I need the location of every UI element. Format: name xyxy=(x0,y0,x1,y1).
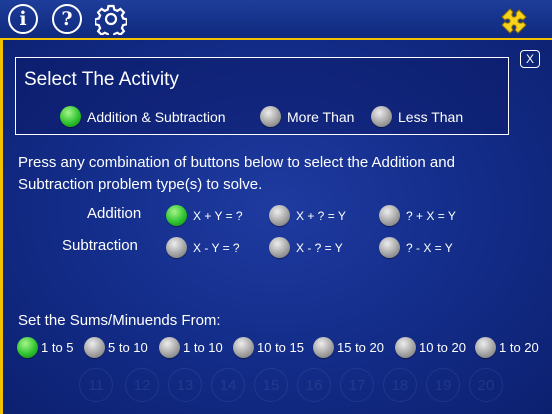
option-label: More Than xyxy=(287,108,355,125)
radio-unselected-icon xyxy=(395,337,416,358)
option-label: X + Y = ? xyxy=(193,208,243,223)
option-label: 5 to 10 xyxy=(108,340,148,355)
background-number: 14 xyxy=(211,368,245,402)
radio-unselected-icon xyxy=(313,337,334,358)
settings-button[interactable] xyxy=(94,3,128,39)
addition-label: Addition xyxy=(87,205,142,222)
background-number: 12 xyxy=(125,368,159,402)
sums-range-label: Set the Sums/Minuends From: xyxy=(18,312,221,329)
option-label: 1 to 10 xyxy=(183,340,223,355)
option-label: 10 to 20 xyxy=(419,340,466,355)
addition-option-x-plus-y[interactable]: X + Y = ? xyxy=(166,205,243,226)
background-number: 17 xyxy=(340,368,374,402)
option-label: X - ? = Y xyxy=(296,240,343,255)
radio-unselected-icon xyxy=(233,337,254,358)
instructions-text: Press any combination of buttons below t… xyxy=(18,154,455,193)
background-number: 11 xyxy=(79,368,113,402)
option-label: X - Y = ? xyxy=(193,240,240,255)
radio-selected-icon xyxy=(17,337,38,358)
close-icon: X xyxy=(525,52,534,66)
radio-unselected-icon xyxy=(84,337,105,358)
help-icon: ? xyxy=(61,8,73,30)
option-label: Less Than xyxy=(398,108,464,125)
sums-option-1-to-10[interactable]: 1 to 10 xyxy=(159,337,223,358)
subtraction-label: Subtraction xyxy=(62,237,138,254)
radio-unselected-icon xyxy=(475,337,496,358)
gear-icon xyxy=(94,4,128,39)
sums-option-10-to-20[interactable]: 10 to 20 xyxy=(395,337,466,358)
puzzle-icon xyxy=(501,8,527,34)
radio-unselected-icon xyxy=(260,106,281,127)
sums-option-1-to-5[interactable]: 1 to 5 xyxy=(17,337,74,358)
subtraction-option-unknown-minus-x[interactable]: ? - X = Y xyxy=(379,237,453,258)
info-icon: i xyxy=(19,8,27,30)
radio-selected-icon xyxy=(166,205,187,226)
radio-unselected-icon xyxy=(371,106,392,127)
radio-unselected-icon xyxy=(379,205,400,226)
sums-option-1-to-20[interactable]: 1 to 20 xyxy=(475,337,539,358)
sums-option-15-to-20[interactable]: 15 to 20 xyxy=(313,337,384,358)
activity-settings-screen: 11 12 13 14 15 16 17 18 19 20 X Select T… xyxy=(0,38,552,414)
option-label: 10 to 15 xyxy=(257,340,304,355)
activity-panel: Select The Activity Addition & Subtracti… xyxy=(15,57,509,135)
sums-option-5-to-10[interactable]: 5 to 10 xyxy=(84,337,148,358)
sums-option-10-to-15[interactable]: 10 to 15 xyxy=(233,337,304,358)
background-number: 16 xyxy=(297,368,331,402)
option-label: ? - X = Y xyxy=(406,240,453,255)
help-button[interactable]: ? xyxy=(52,4,82,34)
puzzle-button[interactable] xyxy=(498,5,530,35)
option-label: ? + X = Y xyxy=(406,208,456,223)
addition-option-unknown-plus-x[interactable]: ? + X = Y xyxy=(379,205,456,226)
option-label: Addition & Subtraction xyxy=(87,108,226,125)
left-accent-bar xyxy=(0,40,3,414)
option-label: 15 to 20 xyxy=(337,340,384,355)
radio-unselected-icon xyxy=(159,337,180,358)
background-number: 13 xyxy=(168,368,202,402)
radio-unselected-icon xyxy=(166,237,187,258)
top-toolbar: i ? xyxy=(0,0,552,39)
radio-unselected-icon xyxy=(269,237,290,258)
radio-unselected-icon xyxy=(269,205,290,226)
info-button[interactable]: i xyxy=(8,4,38,34)
close-button[interactable]: X xyxy=(520,50,540,68)
background-number: 18 xyxy=(383,368,417,402)
activity-option-more-than[interactable]: More Than xyxy=(260,106,354,127)
option-label: 1 to 20 xyxy=(499,340,539,355)
subtraction-option-x-minus-unknown[interactable]: X - ? = Y xyxy=(269,237,343,258)
panel-title: Select The Activity xyxy=(24,69,179,90)
radio-selected-icon xyxy=(60,106,81,127)
activity-option-addition-subtraction[interactable]: Addition & Subtraction xyxy=(60,106,226,127)
addition-option-x-plus-unknown[interactable]: X + ? = Y xyxy=(269,205,346,226)
background-number: 20 xyxy=(469,368,503,402)
activity-option-less-than[interactable]: Less Than xyxy=(371,106,463,127)
subtraction-option-x-minus-y[interactable]: X - Y = ? xyxy=(166,237,240,258)
radio-unselected-icon xyxy=(379,237,400,258)
background-number: 19 xyxy=(426,368,460,402)
background-number: 15 xyxy=(254,368,288,402)
option-label: X + ? = Y xyxy=(296,208,346,223)
option-label: 1 to 5 xyxy=(41,340,74,355)
